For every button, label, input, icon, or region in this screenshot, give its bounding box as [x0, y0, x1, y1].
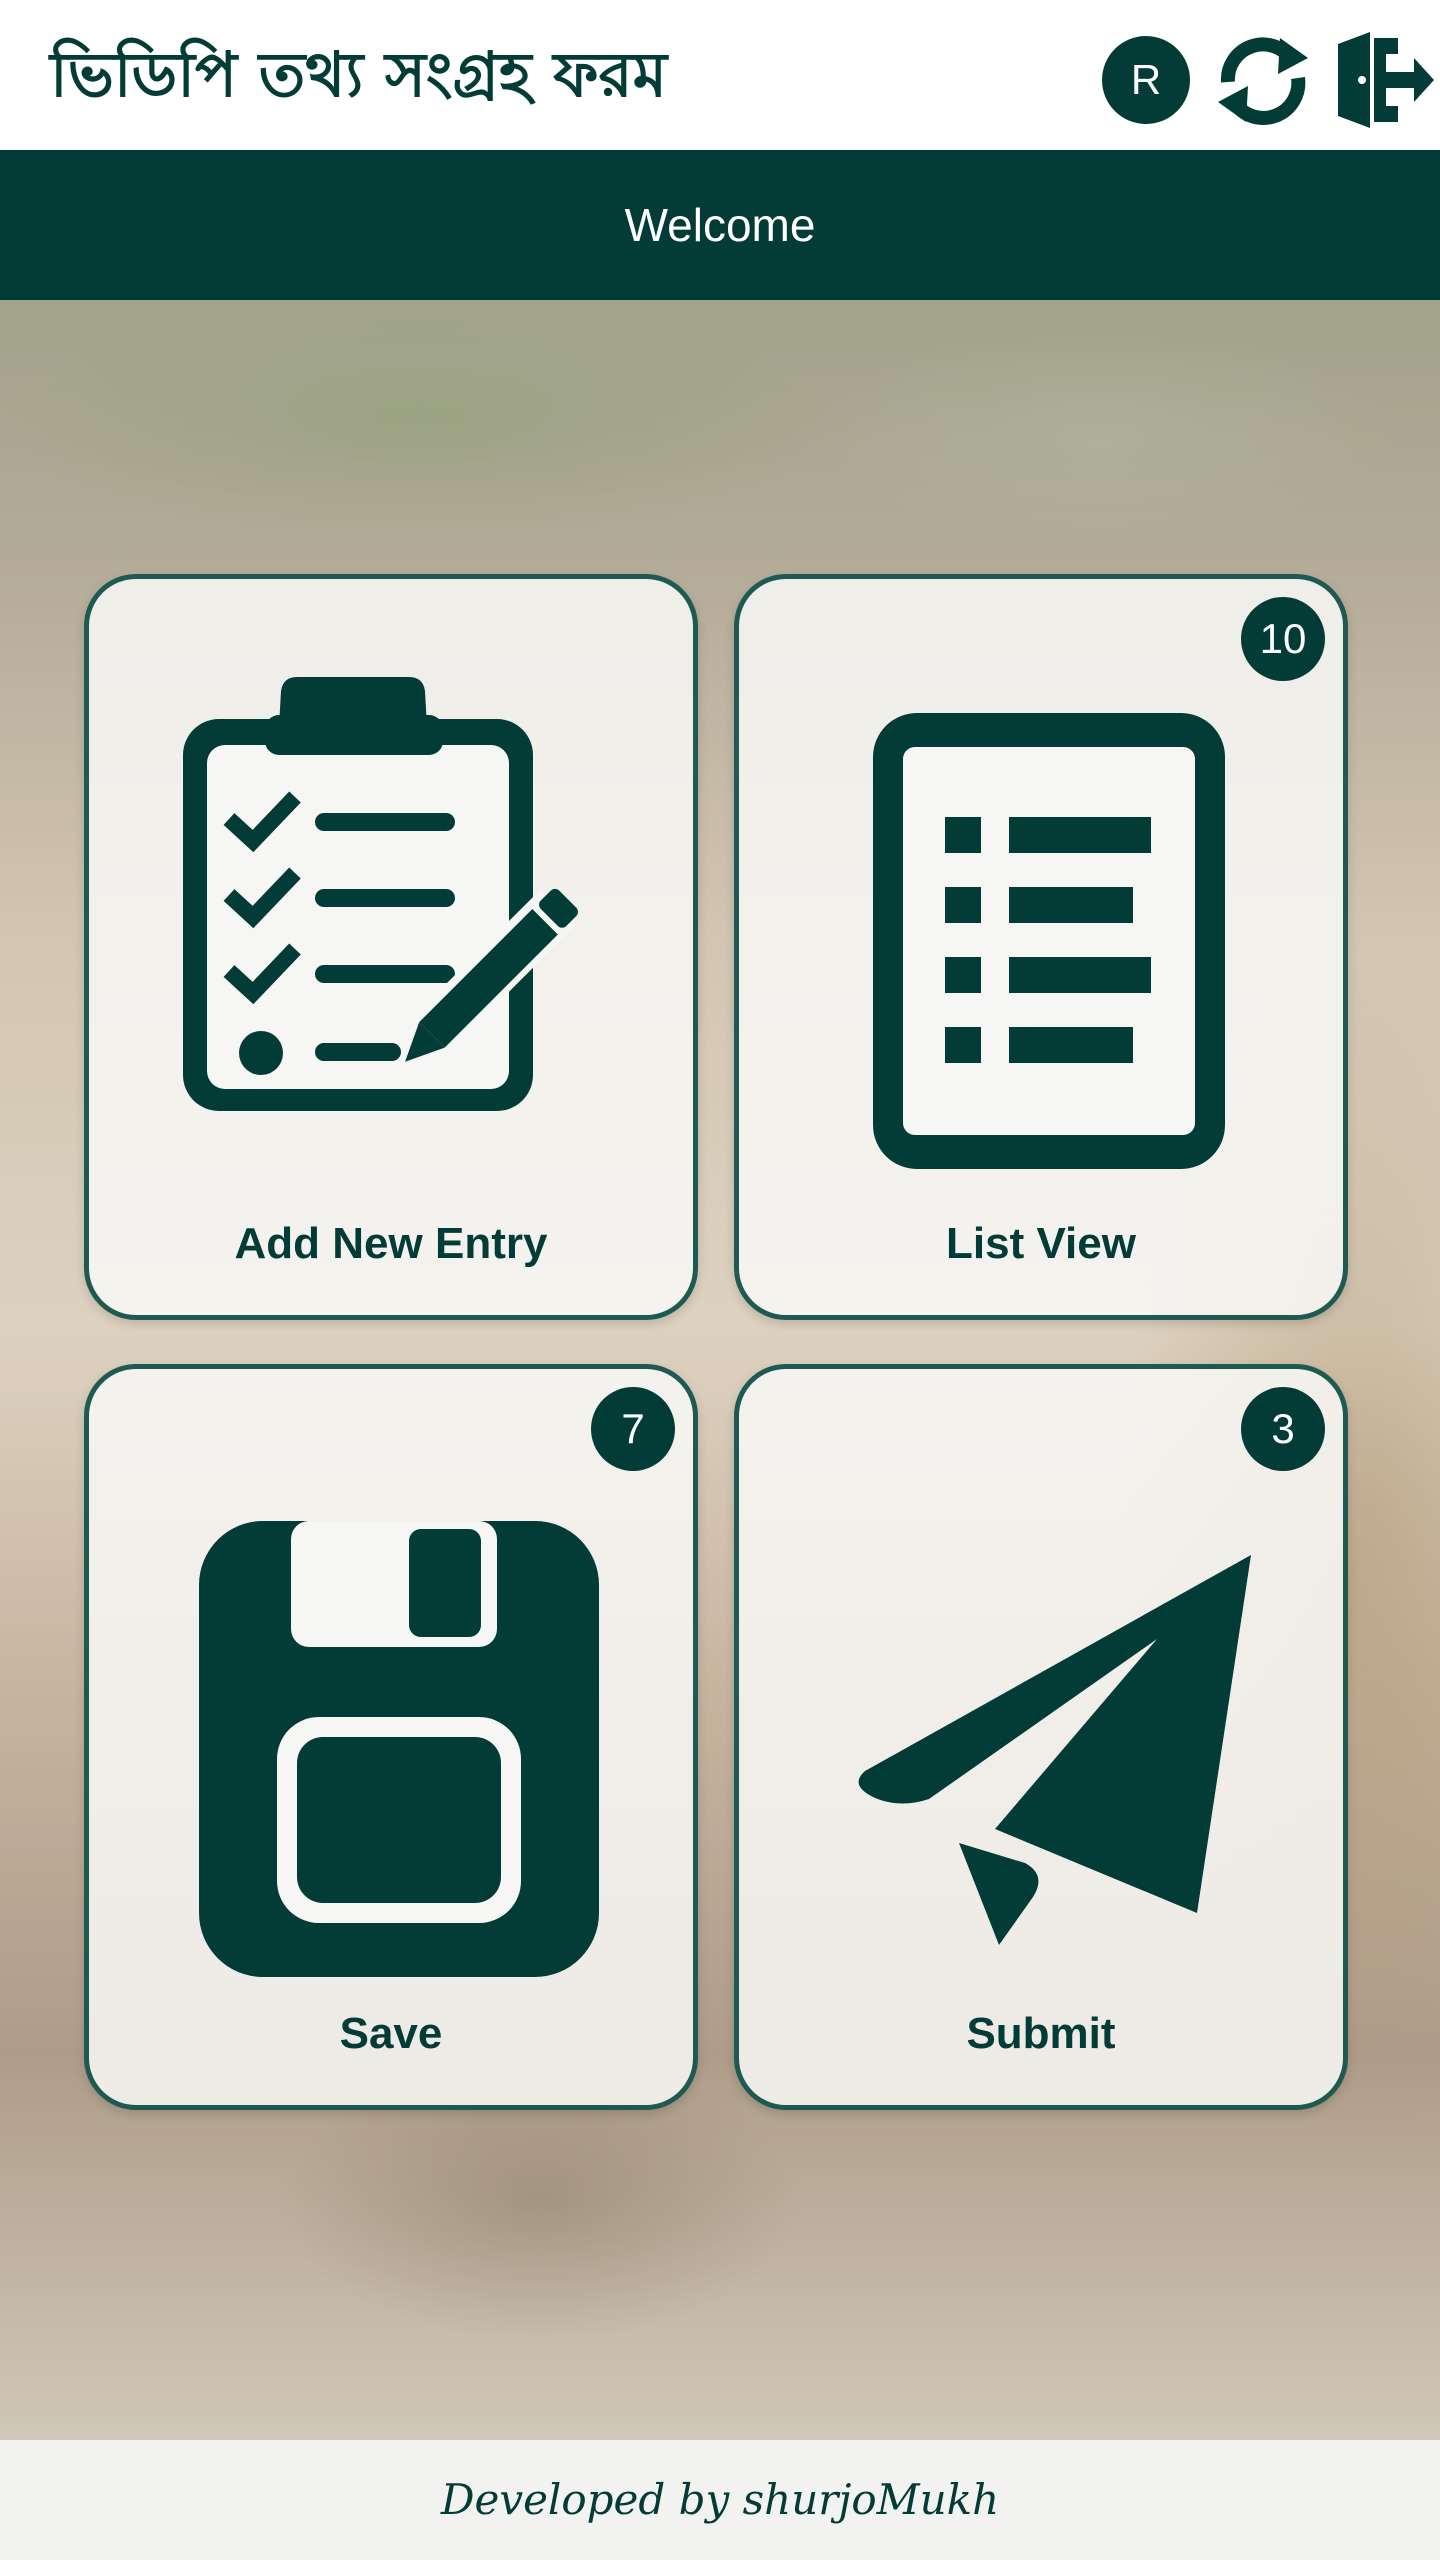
list-view-label: List View	[946, 1219, 1136, 1268]
paper-plane-icon	[858, 1555, 1251, 1945]
refresh-icon[interactable]	[1208, 30, 1318, 130]
developer-credit: Developed by shurjoMukh	[0, 2440, 1440, 2560]
add-new-entry-tile[interactable]: Add New Entry	[84, 574, 698, 1320]
save-label: Save	[339, 2009, 443, 2058]
clipboard-checklist-icon	[183, 677, 578, 1111]
save-tile[interactable]: 7 Save	[84, 1364, 698, 2110]
submit-tile[interactable]: 3 Submit	[734, 1364, 1348, 2110]
floppy-disk-icon	[199, 1521, 599, 1977]
submit-label: Submit	[966, 2009, 1116, 2058]
logout-icon[interactable]	[1330, 30, 1440, 130]
app-title: ভিডিপি তথ্য সংগ্রহ ফরম	[50, 38, 668, 111]
list-view-count-badge: 10	[1241, 597, 1325, 681]
add-new-entry-label: Add New Entry	[234, 1219, 548, 1268]
top-bar: ভিডিপি তথ্য সংগ্রহ ফরম R	[0, 0, 1440, 150]
welcome-banner: Welcome	[0, 150, 1440, 300]
submit-count-badge: 3	[1241, 1387, 1325, 1471]
list-view-tile[interactable]: 10 List View	[734, 574, 1348, 1320]
list-document-icon	[873, 713, 1225, 1169]
save-count-badge: 7	[591, 1387, 675, 1471]
user-avatar[interactable]: R	[1102, 36, 1190, 124]
